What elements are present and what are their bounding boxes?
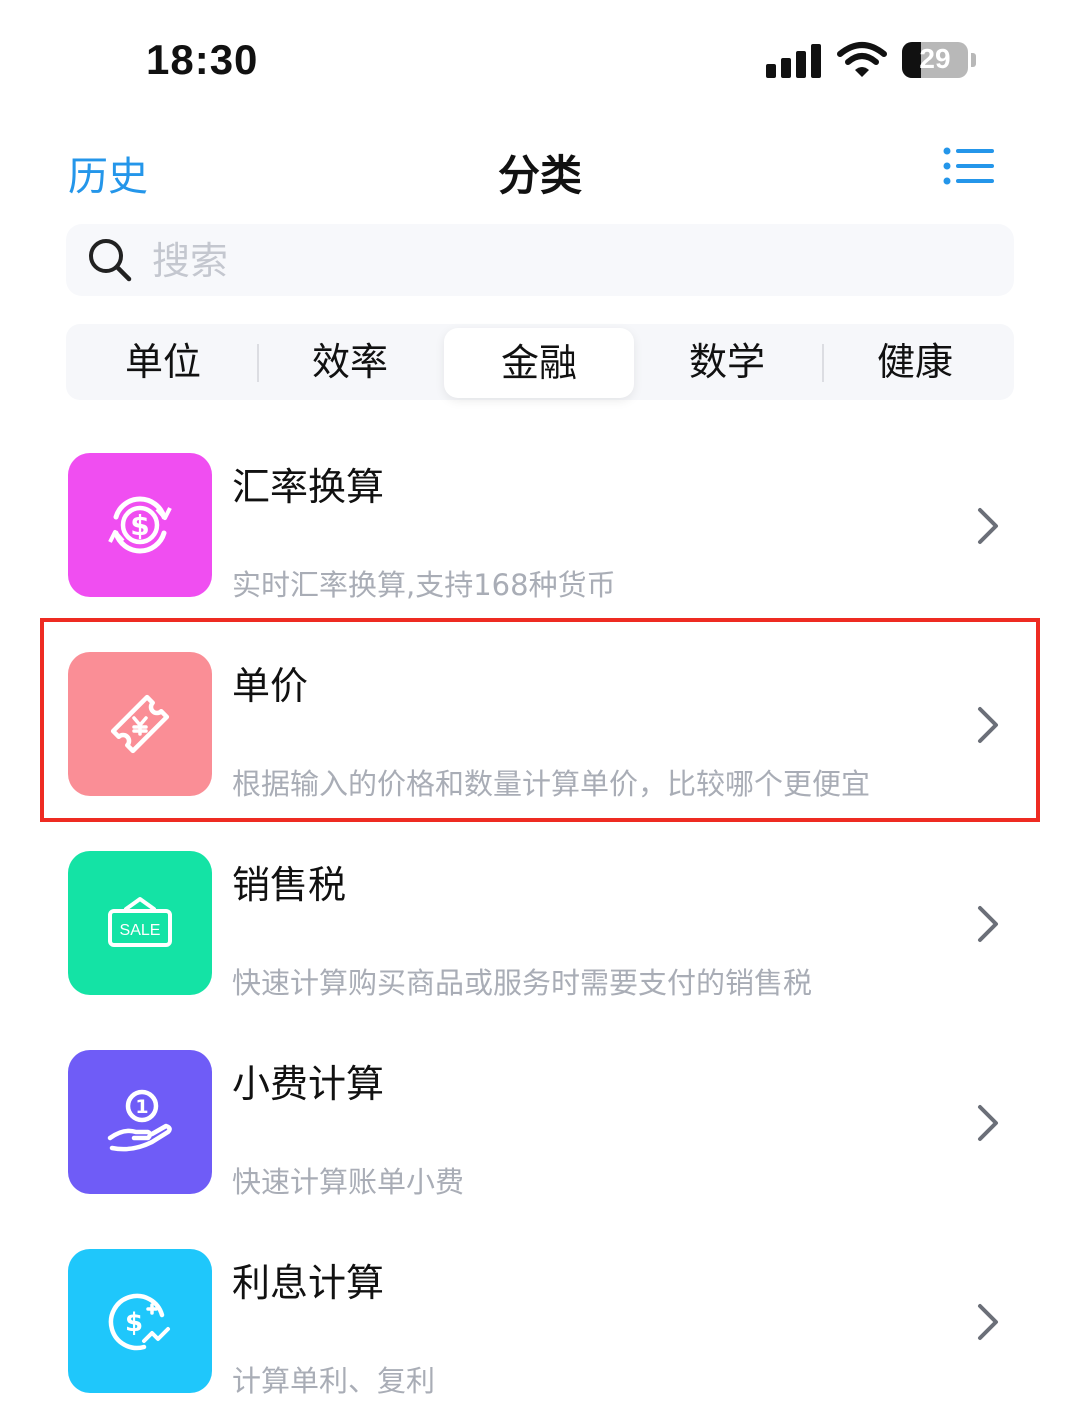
item-title: 销售税 <box>232 863 347 907</box>
chevron-right-icon <box>978 1304 998 1340</box>
currency-exchange-icon: $ <box>68 453 212 597</box>
battery-tip <box>971 53 976 67</box>
item-description: 快速计算购买商品或服务时需要支付的销售税 <box>232 966 813 1000</box>
highlight-box <box>40 618 1040 822</box>
list-item-exchange-rate[interactable]: $ 汇率换算 实时汇率换算,支持168种货币 <box>0 430 1080 629</box>
tab-finance[interactable]: 金融 <box>444 328 634 398</box>
category-tabs: 单位 效率 金融 数学 健康 <box>66 324 1014 400</box>
list-item-interest[interactable]: $ 利息计算 计算单利、复利 <box>0 1226 1080 1425</box>
status-time: 18:30 <box>146 36 259 83</box>
battery-percent: 29 <box>919 43 951 74</box>
item-description: 计算单利、复利 <box>232 1364 436 1398</box>
tab-health[interactable]: 健康 <box>820 324 1010 400</box>
item-title: 利息计算 <box>232 1261 385 1305</box>
item-title: 汇率换算 <box>232 465 385 509</box>
tab-units[interactable]: 单位 <box>68 324 258 400</box>
search-bar <box>66 224 1014 298</box>
chevron-right-icon <box>978 1105 998 1141</box>
page-title: 分类 <box>497 151 582 200</box>
interest-icon: $ <box>68 1249 212 1393</box>
list-item-sales-tax[interactable]: SALE 销售税 快速计算购买商品或服务时需要支付的销售税 <box>0 828 1080 1027</box>
search-input[interactable] <box>150 224 994 298</box>
sale-sign-icon: SALE <box>68 851 212 995</box>
item-title: 小费计算 <box>232 1062 385 1106</box>
item-description: 实时汇率换算,支持168种货币 <box>232 568 616 602</box>
battery-icon: 29 <box>902 42 968 78</box>
svg-text:$: $ <box>125 1308 143 1338</box>
wifi-icon <box>837 42 887 77</box>
nav-bar: 历史 分类 <box>0 120 1080 220</box>
tab-efficiency[interactable]: 效率 <box>255 324 445 400</box>
svg-text:$: $ <box>130 509 149 542</box>
list-menu-icon[interactable] <box>942 146 994 186</box>
svg-text:1: 1 <box>135 1096 148 1118</box>
tab-math[interactable]: 数学 <box>632 324 822 400</box>
item-description: 快速计算账单小费 <box>232 1165 465 1199</box>
search-icon <box>89 239 132 282</box>
chevron-right-icon <box>978 508 998 544</box>
chevron-right-icon <box>978 906 998 942</box>
list-item-tip-calculator[interactable]: 1 小费计算 快速计算账单小费 <box>0 1027 1080 1226</box>
cellular-signal-icon <box>766 44 822 78</box>
sale-label: SALE <box>120 922 161 939</box>
coin-hand-icon: 1 <box>68 1050 212 1194</box>
status-bar: 18:30 29 <box>0 0 1080 120</box>
